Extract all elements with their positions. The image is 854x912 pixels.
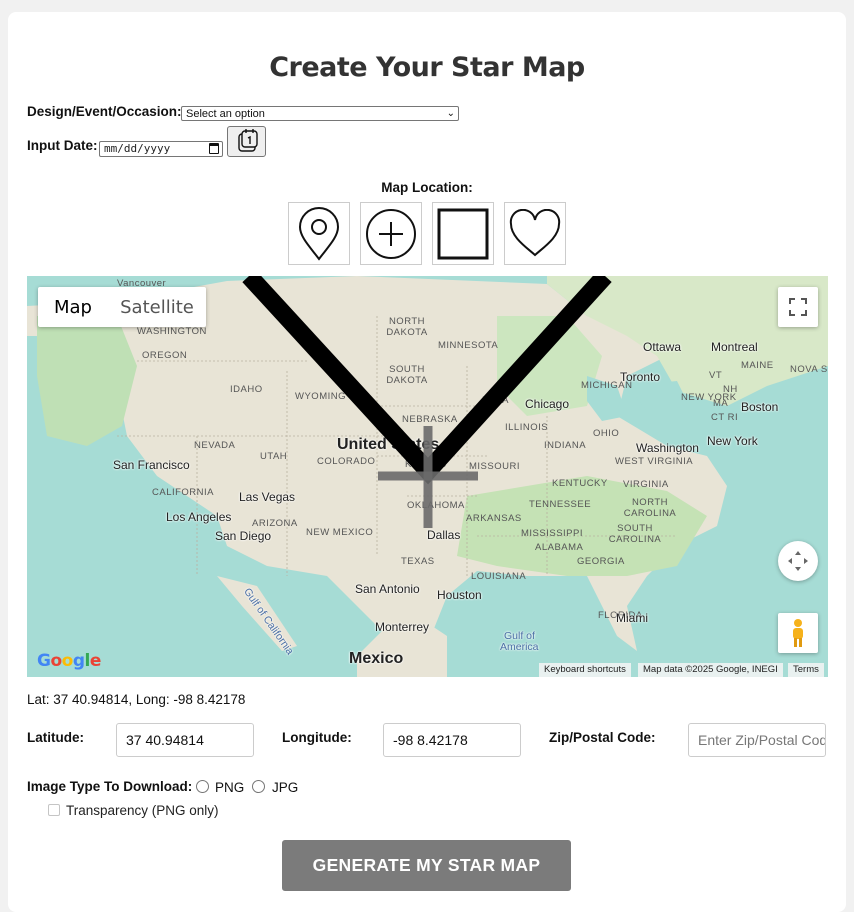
heart-icon [509, 208, 561, 256]
chevron-down-icon: ⌄ [446, 108, 455, 119]
zip-input[interactable]: Enter Zip/Postal Code [688, 723, 826, 757]
camera-control-button[interactable] [778, 541, 818, 581]
map-type-map-button[interactable]: Map [38, 287, 108, 327]
map-type-control: Map Satellite [38, 287, 206, 327]
png-radio-label: PNG [215, 780, 245, 795]
map-view[interactable]: Vancouver WASHINGTON OREGON IDAHO WYOMIN… [27, 276, 828, 677]
page-title: Create Your Star Map [269, 52, 585, 83]
design-label: Design/Event/Occasion: [27, 104, 182, 119]
png-radio[interactable] [196, 780, 209, 793]
design-select-value: Select an option [186, 108, 265, 120]
jpg-radio[interactable] [252, 780, 265, 793]
date-input[interactable]: mm/dd/yyyy [99, 141, 223, 157]
pin-icon [298, 206, 340, 261]
map-data-attribution: Map data ©2025 Google, INEGI [638, 663, 783, 677]
latitude-input[interactable]: 37 40.94814 [116, 723, 254, 757]
transparency-checkbox[interactable] [48, 804, 60, 816]
date-input-value: mm/dd/yyyy [104, 142, 171, 155]
google-logo: Google [37, 651, 101, 671]
longitude-label: Longitude: [282, 730, 352, 745]
crosshair-shape-button[interactable] [360, 202, 422, 265]
jpg-radio-label: JPG [272, 780, 299, 795]
design-select[interactable]: Select an option ⌄ [181, 106, 459, 121]
generate-star-map-button[interactable]: GENERATE MY STAR MAP [282, 840, 571, 891]
fullscreen-icon [789, 298, 807, 316]
pin-shape-button[interactable] [288, 202, 350, 265]
longitude-input[interactable]: -98 8.42178 [383, 723, 521, 757]
keyboard-shortcuts-link[interactable]: Keyboard shortcuts [539, 663, 631, 677]
crosshair-icon [366, 208, 416, 259]
map-type-satellite-button[interactable]: Satellite [108, 287, 206, 327]
calendar-icon [238, 129, 258, 152]
terms-link[interactable]: Terms [788, 663, 824, 677]
crosshair-marker-icon [378, 426, 478, 528]
coordinates-readout: Lat: 37 40.94814, Long: -98 8.42178 [27, 692, 246, 707]
zip-label: Zip/Postal Code: [549, 730, 656, 745]
latitude-label: Latitude: [27, 730, 84, 745]
square-shape-button[interactable] [432, 202, 494, 265]
heart-shape-button[interactable] [504, 202, 566, 265]
image-type-label: Image Type To Download: [27, 779, 193, 794]
transparency-label: Transparency (PNG only) [66, 803, 219, 818]
move-arrows-icon [788, 551, 808, 571]
fullscreen-button[interactable] [778, 287, 818, 327]
calendar-picker-button[interactable] [227, 126, 266, 157]
date-label: Input Date: [27, 138, 98, 153]
square-icon [437, 208, 489, 259]
street-view-button[interactable] [778, 613, 818, 653]
calendar-icon [209, 143, 219, 154]
map-location-label: Map Location: [381, 180, 473, 195]
pegman-icon [793, 619, 803, 647]
